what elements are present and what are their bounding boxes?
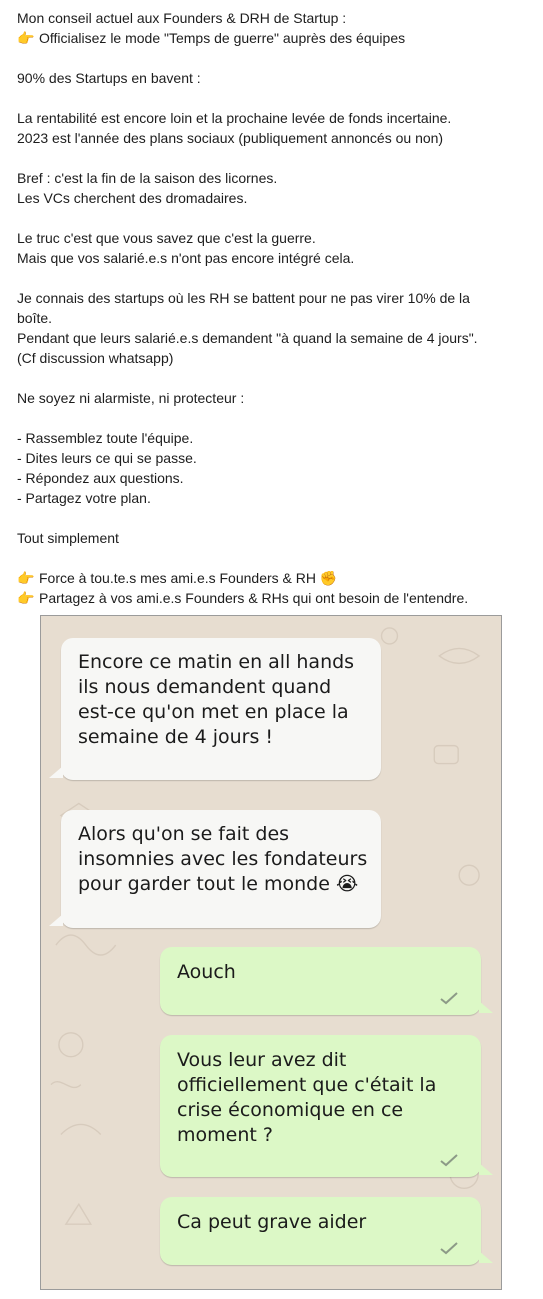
outgoing-message-bubble: Vous leur avez dit officiellement que c'é… bbox=[160, 1035, 481, 1177]
post-line-text: Ne soyez ni alarmiste, ni protecteur : bbox=[17, 390, 245, 406]
post-line-text: Force à tou.te.s mes ami.e.s Founders & … bbox=[39, 570, 338, 586]
check-icon bbox=[440, 1242, 458, 1255]
post-line: 👉 Partagez à vos ami.e.s Founders & RHs q… bbox=[17, 588, 527, 608]
whatsapp-screenshot: Encore ce matin en all hands ils nous dem… bbox=[40, 615, 502, 1290]
post-line: Les VCs cherchent des dromadaires. bbox=[17, 188, 527, 208]
post-line: - Dites leurs ce qui se passe. bbox=[17, 448, 527, 468]
post-line: - Partagez votre plan. bbox=[17, 488, 527, 508]
post-line-text: La rentabilité est encore loin et la pro… bbox=[17, 110, 452, 126]
message-text-line: Alors qu'on se fait des bbox=[78, 823, 290, 845]
incoming-message-bubble: Alors qu'on se fait des insomnies avec le… bbox=[61, 810, 381, 928]
message-text-line: officiellement que c'était la bbox=[177, 1074, 437, 1096]
post-line-text: Bref : c'est la fin de la saison des lic… bbox=[17, 170, 278, 186]
post-line-text: 2023 est l'année des plans sociaux (publ… bbox=[17, 130, 444, 146]
post-line-text: 90% des Startups en bavent : bbox=[17, 70, 201, 86]
post-line: (Cf discussion whatsapp) bbox=[17, 348, 527, 368]
bubble-tail bbox=[479, 1001, 493, 1013]
post-line: La rentabilité est encore loin et la pro… bbox=[17, 108, 527, 128]
post-line: Mais que vos salarié.e.s n'ont pas encor… bbox=[17, 248, 527, 268]
bubble-tail bbox=[49, 766, 63, 778]
message-text-line: ils nous demandent quand bbox=[78, 676, 332, 698]
post-line-text: Pendant que leurs salarié.e.s demandent … bbox=[17, 330, 478, 346]
message-text-line: moment ? bbox=[177, 1124, 273, 1146]
check-icon bbox=[440, 1154, 458, 1167]
message-text-line: crise économique en ce bbox=[177, 1099, 404, 1121]
post-line-text: boîte. bbox=[17, 310, 53, 326]
post-line-text: - Rassemblez toute l'équipe. bbox=[17, 430, 194, 446]
post-line-text: (Cf discussion whatsapp) bbox=[17, 350, 174, 366]
post-line-text: Mais que vos salarié.e.s n'ont pas encor… bbox=[17, 250, 355, 266]
post-line-text: Les VCs cherchent des dromadaires. bbox=[17, 190, 248, 206]
message-text-line: Encore ce matin en all hands bbox=[78, 651, 355, 673]
post-line-text: - Partagez votre plan. bbox=[17, 490, 151, 506]
post-line: boîte. bbox=[17, 308, 527, 328]
post-line: - Rassemblez toute l'équipe. bbox=[17, 428, 527, 448]
check-icon bbox=[440, 992, 458, 1005]
message-text-line: pour garder tout le monde 😭 bbox=[78, 873, 359, 895]
message-text-line: Ca peut grave aider bbox=[177, 1211, 367, 1233]
pointing-hand-icon: 👉 bbox=[17, 30, 35, 46]
post-line-text: - Dites leurs ce qui se passe. bbox=[17, 450, 197, 466]
message-text-line: insomnies avec les fondateurs bbox=[78, 848, 368, 870]
post-line-text: Partagez à vos ami.e.s Founders & RHs qu… bbox=[39, 590, 469, 606]
post-line: Je connais des startups où les RH se bat… bbox=[17, 288, 527, 308]
bubble-tail bbox=[479, 1163, 493, 1175]
post-line: 90% des Startups en bavent : bbox=[17, 68, 527, 88]
post-text: Mon conseil actuel aux Founders & DRH de… bbox=[17, 8, 527, 608]
pointing-hand-icon: 👉 bbox=[17, 570, 35, 586]
post-line-text: Officialisez le mode "Temps de guerre" a… bbox=[39, 30, 406, 46]
message-text-line: Vous leur avez dit bbox=[177, 1049, 347, 1071]
post-line-text: - Répondez aux questions. bbox=[17, 470, 184, 486]
post-line: Tout simplement bbox=[17, 528, 527, 548]
post-line-text: Je connais des startups où les RH se bat… bbox=[17, 290, 470, 306]
post-line: Mon conseil actuel aux Founders & DRH de… bbox=[17, 8, 527, 28]
bubble-tail bbox=[49, 914, 63, 926]
post-line: Pendant que leurs salarié.e.s demandent … bbox=[17, 328, 527, 348]
post-line: Ne soyez ni alarmiste, ni protecteur : bbox=[17, 388, 527, 408]
outgoing-message-bubble: Aouch bbox=[160, 947, 481, 1015]
post-line-text: Le truc c'est que vous savez que c'est l… bbox=[17, 230, 316, 246]
post-line: - Répondez aux questions. bbox=[17, 468, 527, 488]
message-text-line: est-ce qu'on met en place la bbox=[78, 701, 349, 723]
incoming-message-bubble: Encore ce matin en all hands ils nous dem… bbox=[61, 638, 381, 780]
post-line: 2023 est l'année des plans sociaux (publ… bbox=[17, 128, 527, 148]
post-line-text: Mon conseil actuel aux Founders & DRH de… bbox=[17, 10, 347, 26]
bubble-tail bbox=[479, 1251, 493, 1263]
post-line-text: Tout simplement bbox=[17, 530, 119, 546]
post-line: Bref : c'est la fin de la saison des lic… bbox=[17, 168, 527, 188]
message-text-line: semaine de 4 jours ! bbox=[78, 726, 274, 748]
pointing-hand-icon: 👉 bbox=[17, 590, 35, 606]
message-text-line: Aouch bbox=[177, 961, 236, 983]
post-line: Le truc c'est que vous savez que c'est l… bbox=[17, 228, 527, 248]
post-line: 👉 Force à tou.te.s mes ami.e.s Founders &… bbox=[17, 568, 527, 588]
outgoing-message-bubble: Ca peut grave aider bbox=[160, 1197, 481, 1265]
post-line: 👉 Officialisez le mode "Temps de guerre" … bbox=[17, 28, 527, 48]
